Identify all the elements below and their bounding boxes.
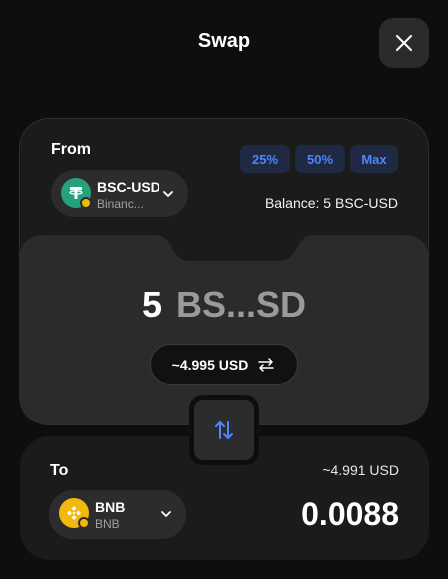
from-token-selector[interactable]: BSC-USD Binanc... <box>51 170 188 217</box>
usd-toggle-button[interactable]: ~4.995 USD <box>150 344 298 385</box>
close-icon <box>396 35 412 51</box>
to-amount: 0.0088 <box>301 496 399 532</box>
percent-50-button[interactable]: 50% <box>295 145 345 173</box>
from-token-chain: Binanc... <box>97 197 144 211</box>
swap-direction-icon <box>215 421 233 439</box>
to-label: To <box>50 462 69 479</box>
amount-unit: BS...SD <box>176 284 307 325</box>
percent-25-button[interactable]: 25% <box>240 145 290 173</box>
to-token-chain: BNB <box>95 517 120 531</box>
close-button[interactable] <box>379 18 429 68</box>
exchange-arrows-icon <box>258 357 275 372</box>
chain-badge-icon <box>78 517 90 529</box>
amount-input[interactable]: 5 BS...SD <box>0 284 448 326</box>
swap-direction-button[interactable] <box>189 395 259 465</box>
from-usd-value: ~4.995 USD <box>171 356 249 373</box>
chevron-down-icon <box>163 191 173 197</box>
balance-text: Balance: 5 BSC-USD <box>264 195 398 211</box>
to-usd-value: ~4.991 USD <box>322 462 399 478</box>
amount-number: 5 <box>141 284 162 325</box>
to-token-symbol: BNB <box>95 499 126 515</box>
to-token-selector[interactable]: BNB BNB <box>49 490 186 539</box>
chevron-down-icon <box>161 511 171 517</box>
max-button[interactable]: Max <box>350 145 398 173</box>
chain-badge-icon <box>80 197 92 209</box>
from-token-symbol: BSC-USD <box>97 179 159 195</box>
from-label: From <box>51 141 91 158</box>
